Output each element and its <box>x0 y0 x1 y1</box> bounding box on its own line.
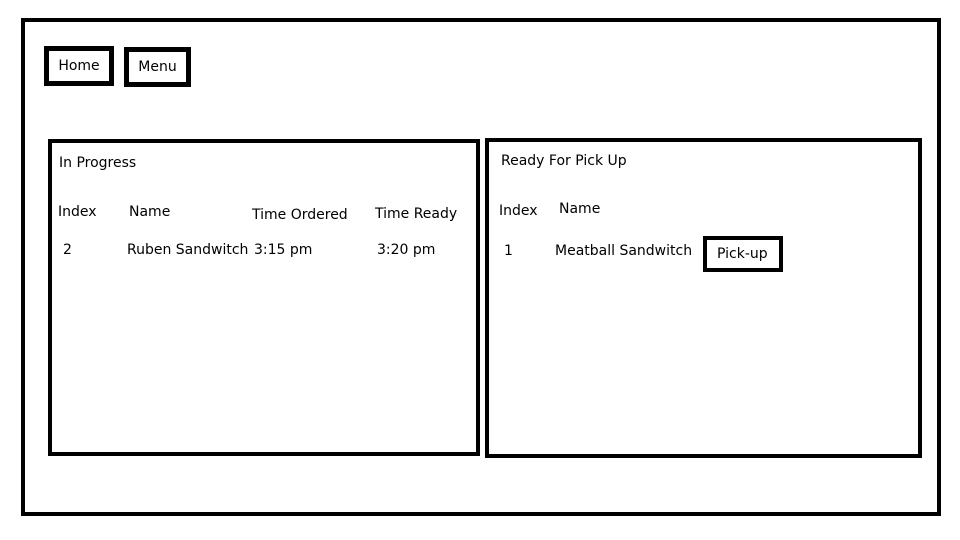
in-progress-title: In Progress <box>59 155 137 171</box>
column-header-index: Index <box>58 204 97 220</box>
column-header-time-ordered: Time Ordered <box>252 207 348 223</box>
row-index: 2 <box>63 242 72 258</box>
row-time-ordered: 3:15 pm <box>254 242 313 258</box>
home-button-label: Home <box>58 58 100 74</box>
column-header-index: Index <box>499 203 538 219</box>
pick-up-button[interactable]: Pick-up <box>703 236 783 272</box>
ready-title: Ready For Pick Up <box>501 153 627 169</box>
home-button[interactable]: Home <box>44 46 114 86</box>
in-progress-panel: In Progress Index Name Time Ordered Time… <box>48 139 480 456</box>
row-time-ready: 3:20 pm <box>377 242 436 258</box>
row-name: Meatball Sandwitch <box>555 243 693 259</box>
pick-up-button-label: Pick-up <box>717 246 768 262</box>
ready-panel: Ready For Pick Up Index Name 1 Meatball … <box>485 138 922 458</box>
menu-button[interactable]: Menu <box>124 47 191 87</box>
column-header-name: Name <box>559 201 601 217</box>
column-header-time-ready: Time Ready <box>375 206 458 222</box>
menu-button-label: Menu <box>138 59 177 75</box>
row-index: 1 <box>504 243 513 259</box>
column-header-name: Name <box>129 204 171 220</box>
row-name: Ruben Sandwitch <box>127 242 249 258</box>
